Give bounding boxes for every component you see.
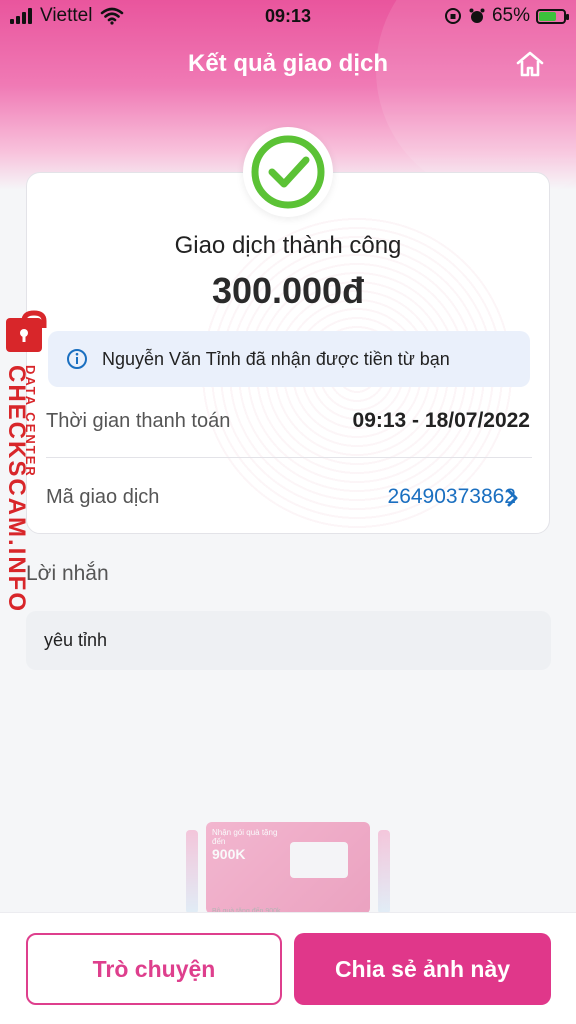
battery-fill [539, 11, 556, 21]
battery-icon [536, 8, 569, 24]
banner-card-image [290, 842, 348, 878]
success-badge [243, 127, 333, 217]
note-box: yêu tỉnh [26, 611, 551, 670]
banner-slide[interactable]: Nhận gói quà tặng đến 900K [206, 822, 370, 914]
share-image-button[interactable]: Chia sẻ ảnh này [294, 933, 551, 1005]
lock-icon [6, 310, 47, 352]
banner-next-peek [378, 830, 390, 914]
battery-percent: 65% [491, 5, 530, 26]
status-bar: Viettel 09:13 65% [0, 0, 576, 34]
success-check-icon [251, 135, 325, 209]
payment-time-value: 09:13 - 18/07/2022 [352, 409, 530, 432]
recipient-info-text: Nguyễn Văn Tỉnh đã nhận được tiền từ bạn [102, 348, 450, 369]
payment-time-label: Thời gian thanh toán [46, 410, 231, 432]
orientation-lock-icon [444, 8, 461, 24]
info-icon [67, 349, 87, 369]
note-text: yêu tỉnh [44, 630, 108, 650]
transaction-id-value[interactable]: 26490373862 [388, 485, 516, 509]
home-icon[interactable] [514, 48, 546, 80]
banner-line1: Nhận gói quà tặng [212, 828, 278, 837]
status-right: 65% [444, 5, 569, 27]
banner-prev-peek [186, 830, 198, 914]
watermark-line2: CHECKSCAM.INFO [3, 365, 30, 613]
chevron-right-icon[interactable] [506, 488, 520, 508]
recipient-info-box: Nguyễn Văn Tỉnh đã nhận được tiền từ bạn [48, 331, 530, 387]
transaction-amount: 300.000đ [211, 270, 365, 311]
chat-button[interactable]: Trò chuyện [26, 933, 282, 1005]
divider [46, 457, 532, 458]
transaction-status: Giao dịch thành công [174, 232, 402, 259]
promo-banner[interactable]: Nhận gói quà tặng đến 900K Bộ quà tặng đ… [186, 822, 390, 922]
page-title: Kết quả giao dịch [187, 50, 388, 77]
alarm-icon [469, 8, 485, 23]
